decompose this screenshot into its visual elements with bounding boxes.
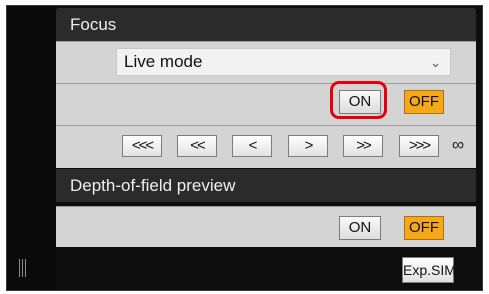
focus-near-small-button[interactable]: < [232,135,272,157]
dof-title: Depth-of-field preview [70,176,236,195]
focus-mode-select[interactable]: Live mode ⌄ [116,48,451,76]
dof-toggle-row: ON OFF [56,206,476,247]
focus-near-medium-button[interactable]: << [177,135,217,157]
sidebar [7,6,56,290]
focus-far-small-button[interactable]: > [288,135,328,157]
focus-mode-row: Live mode ⌄ [56,41,476,83]
screenshot-frame: Focus Live mode ⌄ ON OFF <<< << < > >> >… [0,0,489,294]
focus-section-header: Focus [56,8,476,41]
focus-toggle-row: ON OFF [56,81,476,125]
focus-drive-row: <<< << < > >> >>> ∞ [56,125,476,168]
focus-on-button[interactable]: ON [339,90,381,114]
focus-far-large-button[interactable]: >>> [399,135,439,157]
chevron-down-icon: ⌄ [430,55,441,70]
focus-title: Focus [70,15,117,34]
exp-sim-button[interactable]: Exp.SIM [402,257,456,283]
focus-mode-value: Live mode [124,52,203,71]
remote-live-view-panel: Focus Live mode ⌄ ON OFF <<< << < > >> >… [6,5,483,291]
dof-section-header: Depth-of-field preview [56,169,476,202]
infinity-icon: ∞ [452,135,465,154]
focus-off-button[interactable]: OFF [404,90,444,114]
dof-off-button[interactable]: OFF [404,216,444,240]
focus-near-large-button[interactable]: <<< [122,135,162,157]
resize-grip-icon[interactable] [19,259,30,277]
dof-on-button[interactable]: ON [339,216,381,240]
focus-far-medium-button[interactable]: >> [343,135,383,157]
